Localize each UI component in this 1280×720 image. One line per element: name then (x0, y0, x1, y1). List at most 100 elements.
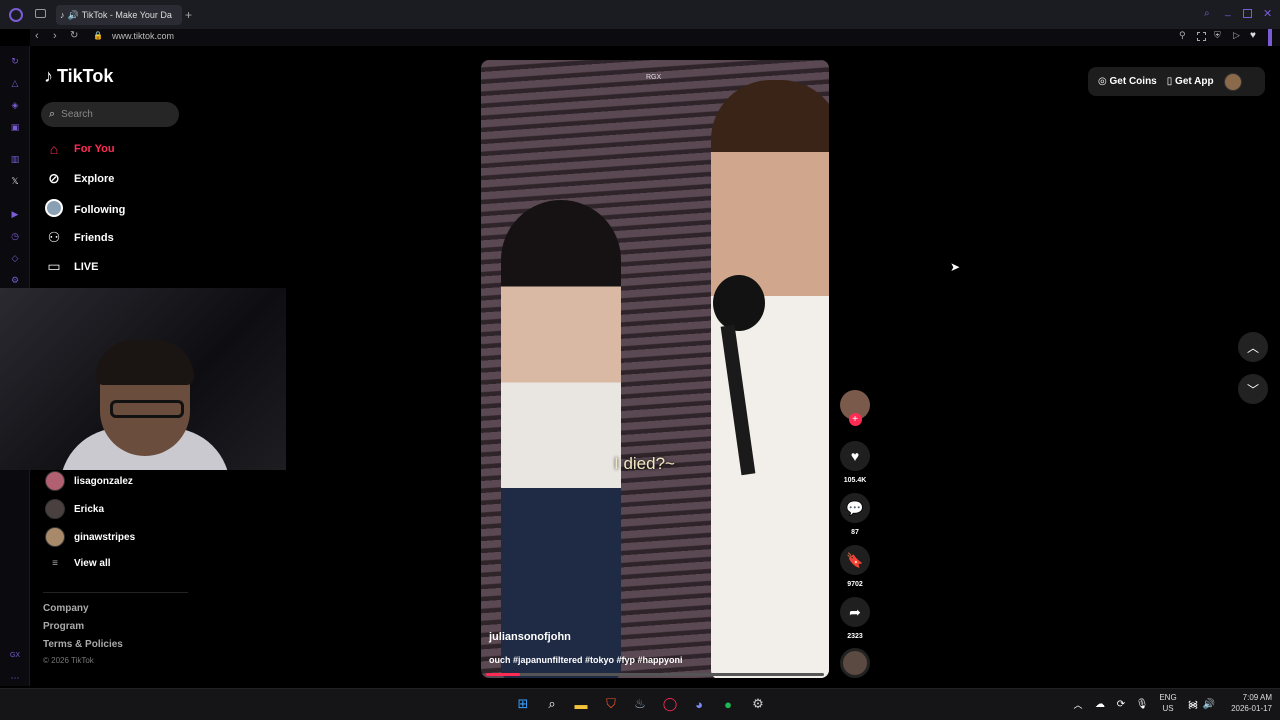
sidebar-toggle-icon[interactable] (1268, 29, 1272, 46)
live-icon: ▭ (47, 258, 61, 274)
url-text[interactable]: www.tiktok.com (112, 31, 174, 41)
get-coins-button[interactable]: ◎ Get Coins (1098, 76, 1157, 87)
microphone-icon[interactable]: 🎙 (1133, 695, 1151, 713)
opera-logo-icon[interactable] (9, 8, 23, 22)
author-avatar-button[interactable]: + (840, 390, 870, 426)
get-coins-label: Get Coins (1109, 76, 1157, 87)
video-player[interactable] (481, 60, 829, 678)
footer-link-terms[interactable]: Terms & Policies (43, 639, 123, 650)
clock-date: 2026-01-17 (1231, 704, 1272, 713)
history-icon[interactable]: ◷ (9, 230, 21, 242)
comment-icon: 💬 (840, 493, 870, 523)
account-name: ginawstripes (74, 531, 136, 543)
video-caption[interactable]: ouch #japanunfiltered #tokyo #fyp #happy… (489, 655, 683, 665)
twitch-icon[interactable]: ▥ (9, 153, 21, 165)
brave-browser-icon[interactable]: ⛉ (602, 695, 620, 713)
maximize-button[interactable] (1243, 9, 1252, 18)
tiktok-logo[interactable]: ♪ TikTok (44, 66, 113, 87)
system-clock[interactable]: 7:09 AM 2026-01-17 (1222, 692, 1272, 714)
onedrive-icon[interactable]: ☁ (1091, 695, 1109, 713)
nav-explore[interactable]: ⊘ Explore (44, 170, 114, 187)
footer-link-company[interactable]: Company (43, 603, 89, 614)
steam-icon[interactable]: ♨ (631, 695, 649, 713)
tab-manager-icon[interactable] (35, 9, 46, 18)
active-tab[interactable]: ♪ 🔊 TikTok - Make Your Da (56, 5, 182, 25)
video-progress-fill (486, 673, 520, 676)
following-account[interactable]: lisagonzalez (45, 471, 133, 491)
nav-label: Following (74, 203, 126, 216)
back-button[interactable]: ‹ (35, 30, 39, 42)
next-video-button[interactable]: ﹀ (1238, 374, 1268, 404)
discord-icon[interactable]: ◕ (690, 695, 708, 713)
player-sidebar-icon[interactable]: ▶ (9, 208, 21, 220)
snapshot-icon[interactable] (1197, 32, 1206, 41)
audio-playing-icon[interactable]: 🔊 (68, 10, 79, 21)
language-indicator[interactable]: ENG US (1157, 692, 1179, 714)
nav-label: Friends (74, 231, 114, 244)
forward-button[interactable]: › (53, 30, 57, 42)
windows-start-icon[interactable]: ⊞ (514, 695, 532, 713)
gx-corner-icon[interactable]: GX (9, 650, 21, 662)
lang-line1: ENG (1159, 693, 1177, 702)
following-account[interactable]: ginawstripes (45, 527, 135, 547)
follow-plus-icon[interactable]: + (848, 413, 862, 426)
music-disc-icon (840, 648, 870, 678)
account-name: Ericka (74, 503, 105, 515)
nav-live[interactable]: ▭ LIVE (44, 258, 98, 275)
search-tabs-icon[interactable]: ⌕ (1204, 8, 1210, 19)
clock-time: 7:09 AM (1242, 693, 1272, 702)
spotify-icon[interactable]: ● (719, 695, 737, 713)
settings-icon[interactable]: ⚙ (9, 274, 21, 286)
refresh-icon[interactable]: ↻ (9, 55, 21, 67)
sync-icon[interactable]: ⟳ (1112, 695, 1130, 713)
volume-icon[interactable]: 🔊 (1200, 695, 1218, 713)
like-count: 105.4K (843, 477, 867, 484)
heart-icon: ♥ (840, 441, 870, 471)
taskbar-search-icon[interactable]: ⌕ (543, 695, 561, 713)
reload-button[interactable]: ↻ (70, 30, 78, 41)
aria-icon[interactable]: △ (9, 77, 21, 89)
file-explorer-icon[interactable]: ▬ (572, 695, 590, 713)
close-button[interactable]: ✕ (1263, 7, 1272, 20)
heart-icon[interactable]: ♥ (1250, 30, 1256, 41)
following-account[interactable]: Ericka (45, 499, 104, 519)
like-button[interactable]: ♥ 105.4K (840, 441, 870, 484)
previous-video-button[interactable]: ︿ (1238, 332, 1268, 362)
search-input[interactable]: ⌕ Search (41, 102, 179, 127)
pinboard-icon[interactable]: ◇ (9, 252, 21, 264)
x-twitter-icon[interactable]: 𝕏 (9, 175, 21, 187)
nav-for-you[interactable]: ⌂ For You (44, 141, 115, 157)
save-button[interactable]: 🔖 9702 (840, 545, 870, 588)
nav-following[interactable]: Following (44, 199, 125, 220)
player-icon[interactable]: ▷ (1233, 30, 1240, 41)
view-all-button[interactable]: ≡ View all (45, 558, 110, 569)
footer-link-program[interactable]: Program (43, 621, 84, 632)
video-person-left (501, 200, 621, 678)
video-author[interactable]: juliansonofjohn (489, 631, 571, 643)
share-arrow-icon: ➦ (840, 597, 870, 627)
comment-button[interactable]: 💬 87 (840, 493, 870, 536)
account-name: lisagonzalez (74, 475, 133, 487)
avatar (45, 499, 65, 519)
mouse-cursor-icon: ➤ (950, 260, 961, 274)
tray-chevron-icon[interactable]: ︿ (1069, 695, 1087, 713)
profile-avatar[interactable] (1223, 72, 1242, 91)
nav-friends[interactable]: ⚇ Friends (44, 229, 114, 246)
messenger-icon[interactable]: ▣ (9, 121, 21, 133)
get-app-button[interactable]: ▯ Get App (1167, 76, 1214, 87)
divider (43, 592, 188, 593)
bookmark-icon[interactable]: ⚲ (1179, 30, 1186, 41)
music-disc-button[interactable] (840, 648, 870, 678)
more-icon[interactable]: ⋯ (9, 672, 21, 684)
opera-gx-icon[interactable]: ◯ (661, 695, 679, 713)
minimize-button[interactable]: _ (1225, 6, 1231, 17)
logo-text: TikTok (57, 66, 114, 86)
header-actions: ◎ Get Coins ▯ Get App (1088, 67, 1265, 96)
app-settings-icon[interactable]: ⚙ (749, 695, 767, 713)
video-progress-track[interactable] (486, 673, 824, 676)
tiktok-note-icon: ♪ (44, 66, 53, 86)
share-button[interactable]: ➦ 2323 (840, 597, 870, 640)
ai-icon[interactable]: ◈ (9, 99, 21, 111)
new-tab-button[interactable]: + (185, 8, 192, 22)
vpn-shield-icon[interactable]: ⛨ (1214, 30, 1221, 41)
